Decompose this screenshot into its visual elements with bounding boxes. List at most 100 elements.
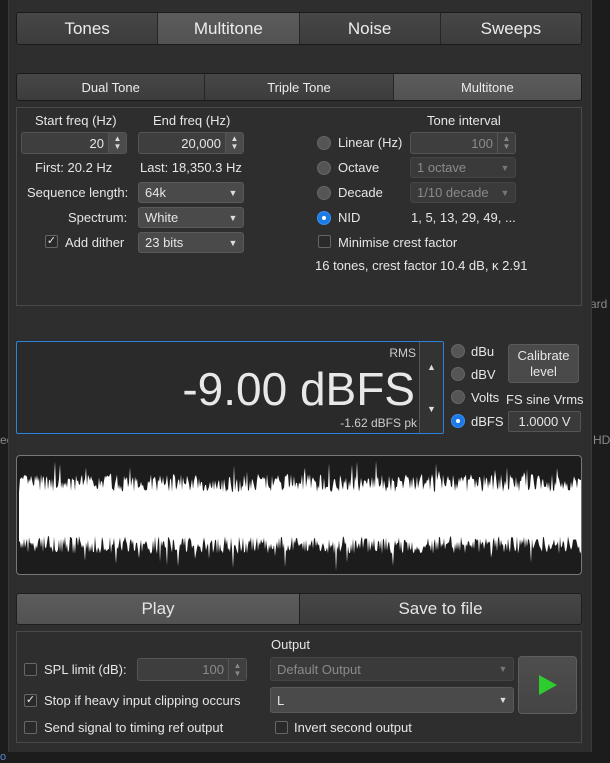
waveform-display — [16, 455, 582, 575]
spin-arrows-icon[interactable]: ▲ ▼ — [225, 133, 243, 153]
unit-label-dbu: dBu — [471, 344, 495, 359]
level-mode-label: RMS — [389, 346, 416, 360]
arrow-up-icon[interactable]: ▲ — [427, 362, 436, 372]
add-dither-checkbox[interactable]: ✓ — [45, 235, 58, 248]
save-to-file-button[interactable]: Save to file — [299, 593, 582, 625]
end-freq-value: 20,000 — [181, 135, 221, 151]
chevron-down-icon: ▼ — [228, 187, 238, 198]
chevron-down-icon: ▼ — [500, 187, 510, 198]
output-channel-value: L — [277, 692, 285, 708]
chevron-down-icon: ▼ — [500, 162, 510, 173]
calibrate-label-line1: Calibrate — [517, 347, 570, 363]
start-generator-button[interactable] — [518, 656, 577, 714]
nid-sequence-text: 1, 5, 13, 29, 49, ... — [411, 210, 516, 225]
chevron-down-icon: ▼ — [228, 212, 238, 223]
spin-arrows-icon[interactable]: ▲ ▼ — [108, 133, 126, 153]
unit-radio-volts[interactable] — [451, 390, 465, 404]
sub-tab-bar: Dual Tone Triple Tone Multitone — [16, 73, 582, 101]
invert-second-checkbox[interactable] — [275, 721, 288, 734]
octave-radio[interactable] — [317, 161, 331, 175]
linear-radio[interactable] — [317, 136, 331, 150]
unit-label-volts: Volts — [471, 390, 500, 405]
end-freq-spinbox[interactable]: 20,000 ▲ ▼ — [138, 132, 244, 154]
start-freq-spinbox[interactable]: 20 ▲ ▼ — [21, 132, 127, 154]
decade-label: Decade — [338, 185, 383, 200]
invert-second-label: Invert second output — [294, 720, 412, 735]
start-freq-value: 20 — [89, 135, 104, 151]
subtab-multitone[interactable]: Multitone — [393, 74, 581, 100]
linear-hz-value: 100 — [471, 135, 493, 151]
decade-radio[interactable] — [317, 186, 331, 200]
tone-interval-title: Tone interval — [427, 113, 501, 128]
octave-select[interactable]: 1 octave ▼ — [410, 157, 516, 178]
tab-tones[interactable]: Tones — [17, 13, 159, 44]
last-freq-text: Last: 18,350.3 Hz — [140, 160, 242, 175]
first-freq-text: First: 20.2 Hz — [35, 160, 113, 175]
chevron-down-icon: ▼ — [498, 664, 508, 674]
spl-limit-label: SPL limit (dB): — [44, 662, 127, 677]
tone-summary-text: 16 tones, crest factor 10.4 dB, κ 2.91 — [315, 258, 528, 273]
spin-arrows-icon[interactable]: ▲ ▼ — [497, 133, 515, 153]
nid-label: NID — [338, 210, 361, 225]
minimise-crest-label: Minimise crest factor — [338, 235, 458, 250]
chevron-down-icon: ▼ — [498, 695, 508, 705]
unit-label-dbv: dBV — [471, 367, 496, 382]
level-stepper[interactable]: ▲ ▼ — [419, 342, 443, 433]
background-text-right: ard — [590, 297, 608, 311]
unit-label-dbfs: dBFS — [471, 414, 504, 429]
subtab-dual-tone[interactable]: Dual Tone — [17, 74, 206, 100]
dither-bits-select[interactable]: 23 bits ▼ — [138, 232, 244, 253]
spectrum-label: Spectrum: — [68, 210, 128, 225]
play-button[interactable]: Play — [16, 593, 300, 625]
decade-value: 1/10 decade — [417, 185, 489, 200]
subtab-triple-tone[interactable]: Triple Tone — [205, 74, 394, 100]
play-icon — [538, 675, 557, 695]
level-value[interactable]: -9.00 dBFS — [182, 362, 415, 416]
linear-hz-spinbox[interactable]: 100 ▲ ▼ — [410, 132, 516, 154]
nid-radio[interactable] — [317, 211, 331, 225]
spl-limit-checkbox[interactable] — [24, 663, 37, 676]
stop-clipping-checkbox[interactable]: ✓ — [24, 694, 37, 707]
spl-limit-spinbox[interactable]: 100 ▲ ▼ — [137, 658, 247, 681]
main-tab-bar: Tones Multitone Noise Sweeps — [16, 12, 582, 45]
tab-multitone[interactable]: Multitone — [158, 13, 300, 44]
timing-ref-label: Send signal to timing ref output — [44, 720, 224, 735]
unit-radio-dbu[interactable] — [451, 344, 465, 358]
arrow-down-icon[interactable]: ▼ — [427, 404, 436, 414]
spl-limit-value: 100 — [202, 662, 224, 677]
output-channel-select[interactable]: L ▼ — [270, 687, 514, 713]
level-peak-text: -1.62 dBFS pk — [340, 416, 417, 430]
minimise-crest-checkbox[interactable] — [318, 235, 331, 248]
decade-select[interactable]: 1/10 decade ▼ — [410, 182, 516, 203]
chevron-down-icon: ▼ — [228, 237, 238, 248]
sequence-length-select[interactable]: 64k ▼ — [138, 182, 244, 203]
end-freq-label: End freq (Hz) — [153, 113, 231, 128]
fs-sine-value: 1.0000 V — [518, 414, 571, 429]
octave-value: 1 octave — [417, 160, 467, 175]
linear-label: Linear (Hz) — [338, 135, 403, 150]
background-text-right2: HD — [593, 433, 610, 447]
fs-sine-input[interactable]: 1.0000 V — [508, 411, 581, 432]
waveform-graph — [19, 460, 581, 572]
output-title: Output — [271, 637, 311, 652]
spin-arrows-icon[interactable]: ▲ ▼ — [228, 659, 246, 680]
background-text-bottom: o — [0, 751, 7, 763]
add-dither-label: Add dither — [65, 235, 125, 250]
start-freq-label: Start freq (Hz) — [35, 113, 117, 128]
stop-clipping-label: Stop if heavy input clipping occurs — [44, 693, 241, 708]
unit-radio-dbv[interactable] — [451, 367, 465, 381]
dither-bits-value: 23 bits — [145, 235, 184, 250]
tab-noise[interactable]: Noise — [299, 13, 441, 44]
timing-ref-checkbox[interactable] — [24, 721, 37, 734]
output-device-select[interactable]: Default Output ▼ — [270, 657, 514, 681]
spectrum-value: White — [145, 210, 179, 225]
calibrate-level-button[interactable]: Calibrate level — [508, 344, 579, 383]
output-device-value: Default Output — [277, 661, 361, 677]
spectrum-select[interactable]: White ▼ — [138, 207, 244, 228]
octave-label: Octave — [338, 160, 380, 175]
level-display[interactable]: RMS -9.00 dBFS -1.62 dBFS pk ▲ ▼ — [16, 341, 444, 434]
fs-sine-label: FS sine Vrms — [506, 392, 584, 407]
tab-sweeps[interactable]: Sweeps — [440, 13, 581, 44]
unit-radio-dbfs[interactable] — [451, 414, 465, 428]
sequence-length-label: Sequence length: — [27, 185, 129, 200]
